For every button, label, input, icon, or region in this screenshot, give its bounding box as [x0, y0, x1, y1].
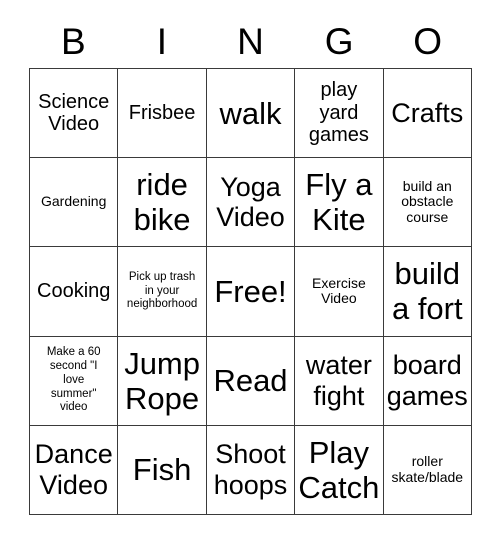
bingo-cell-label: Exercise Video [312, 274, 366, 307]
bingo-cell[interactable]: Frisbee [118, 69, 207, 159]
bingo-cell-label: build an obstacle course [401, 177, 454, 226]
bingo-cell-label: Make a 60 second "I love summer" video [46, 346, 101, 414]
bingo-cell-label: Gardening [41, 193, 107, 210]
bingo-grid: Science Video Frisbee walk play yard games C… [29, 68, 472, 515]
bingo-cell[interactable]: Read [206, 336, 296, 426]
bingo-cell[interactable]: roller skate/blade [383, 425, 472, 515]
bingo-cell-label: Frisbee [128, 101, 196, 124]
bingo-cell[interactable]: play yard games [295, 69, 384, 159]
bingo-cell-label: Dance Video [34, 439, 113, 500]
bingo-cell[interactable]: build an obstacle course [383, 158, 472, 248]
bingo-header-letter-g: G [324, 20, 354, 62]
bingo-cell-label: water fight [305, 350, 372, 411]
bingo-cell[interactable]: Make a 60 second "I love summer" video [30, 336, 119, 426]
bingo-cell-label: Jump Rope [124, 345, 200, 416]
bingo-cell-label: Shoot hoops [213, 439, 288, 500]
bingo-header-letter-n: N [237, 20, 264, 62]
bingo-cell-free-space[interactable]: Free! [206, 247, 296, 337]
bingo-cell[interactable]: Shoot hoops [206, 425, 296, 515]
bingo-cell[interactable]: Play Catch [295, 425, 384, 515]
bingo-cell-label: Play Catch [298, 434, 380, 505]
bingo-cell[interactable]: Science Video [30, 69, 119, 159]
bingo-cell[interactable]: Exercise Video [295, 247, 384, 337]
bingo-cell-label: board games [386, 350, 468, 411]
bingo-cell[interactable]: walk [206, 69, 296, 159]
bingo-header-letter-i: I [156, 20, 168, 62]
bingo-cell-label: Fish [132, 452, 192, 488]
bingo-cell[interactable]: Yoga Video [206, 158, 296, 248]
bingo-cell-label: Yoga Video [216, 171, 285, 233]
bingo-cell[interactable]: build a fort [383, 247, 472, 337]
bingo-cell-label: Crafts [391, 97, 464, 128]
bingo-header-row: B I N G O [29, 14, 472, 68]
bingo-cell-label: Science Video [38, 90, 110, 136]
bingo-cell[interactable]: Pick up trash in your neighborhood [118, 247, 207, 337]
bingo-cell-label: Fly a Kite [305, 167, 373, 238]
bingo-cell-label: walk [219, 95, 282, 131]
bingo-card: B I N G O Science Video Frisbee walk play y… [0, 0, 500, 544]
bingo-cell[interactable]: Crafts [383, 69, 472, 159]
bingo-cell[interactable]: Dance Video [30, 425, 119, 515]
bingo-cell[interactable]: board games [383, 336, 472, 426]
bingo-cell-label: roller skate/blade [391, 453, 464, 485]
bingo-cell[interactable]: Cooking [30, 247, 119, 337]
bingo-cell-label: play yard games [308, 79, 369, 147]
bingo-cell-label: Pick up trash in your neighborhood [126, 270, 198, 311]
bingo-cell[interactable]: Gardening [30, 158, 119, 248]
bingo-cell-label: Free! [214, 273, 287, 309]
bingo-cell[interactable]: Jump Rope [118, 336, 207, 426]
bingo-cell[interactable]: Fish [118, 425, 207, 515]
bingo-cell-label: Read [213, 363, 288, 399]
bingo-cell[interactable]: water fight [295, 336, 384, 426]
bingo-cell-label: Cooking [37, 280, 111, 303]
bingo-cell-label: build a fort [391, 256, 463, 327]
bingo-header-letter-b: B [60, 20, 86, 62]
bingo-cell[interactable]: Fly a Kite [295, 158, 384, 248]
bingo-header-letter-o: O [413, 20, 443, 62]
bingo-cell[interactable]: ride bike [118, 158, 207, 248]
bingo-cell-label: ride bike [133, 167, 191, 238]
